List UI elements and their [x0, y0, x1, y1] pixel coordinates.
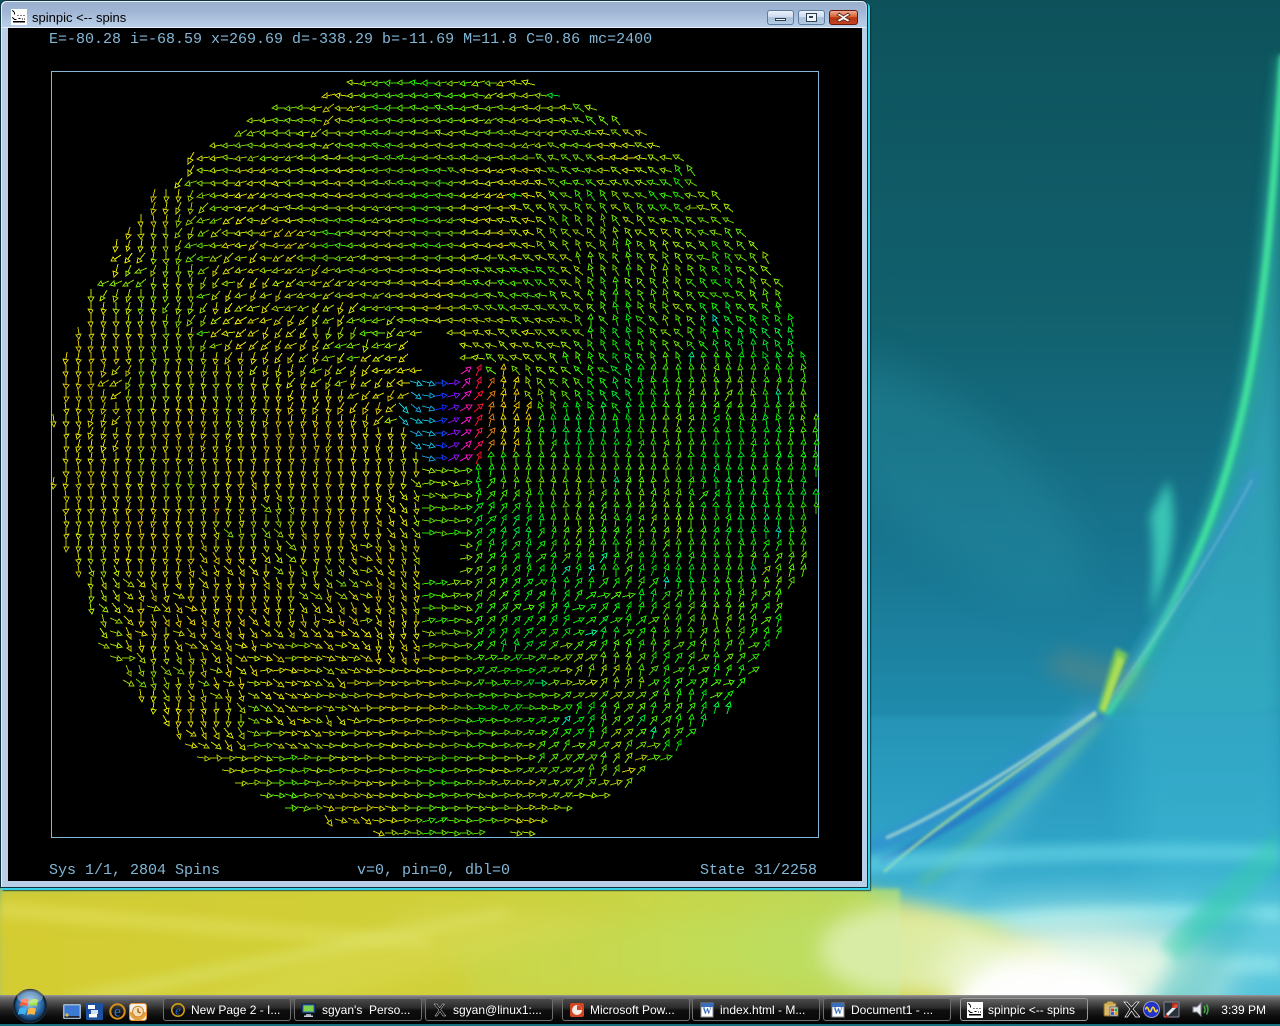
svg-text:W: W — [834, 1006, 843, 1016]
svg-text:e: e — [114, 1004, 121, 1021]
svg-text:e: e — [175, 1002, 181, 1017]
svg-text:W: W — [703, 1006, 712, 1016]
